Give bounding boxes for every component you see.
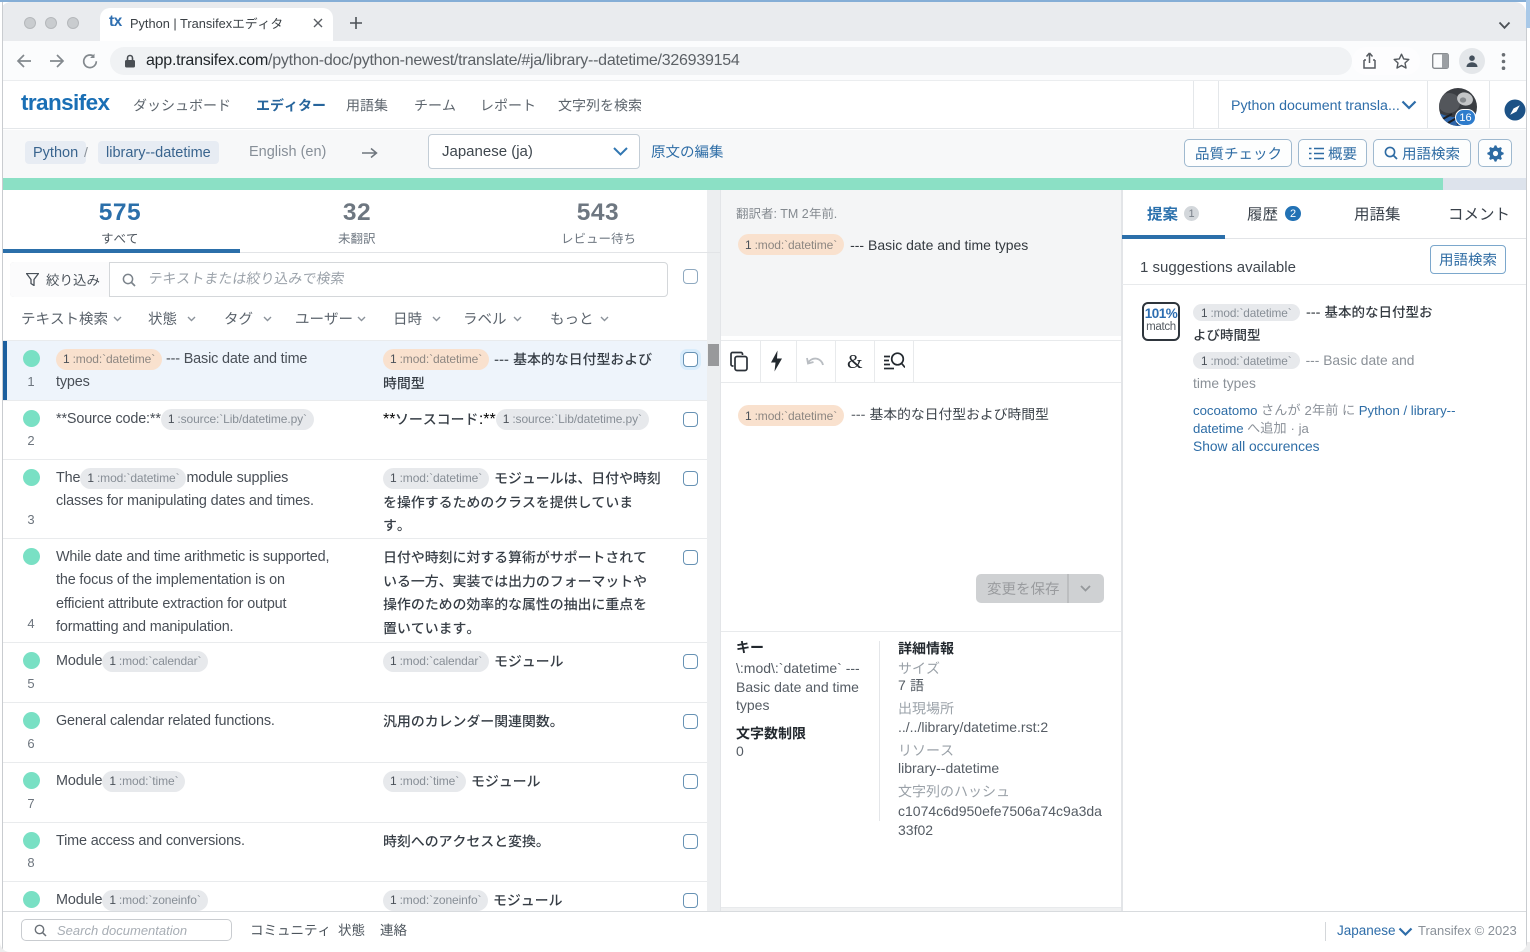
svg-text:&: & [847,351,863,372]
